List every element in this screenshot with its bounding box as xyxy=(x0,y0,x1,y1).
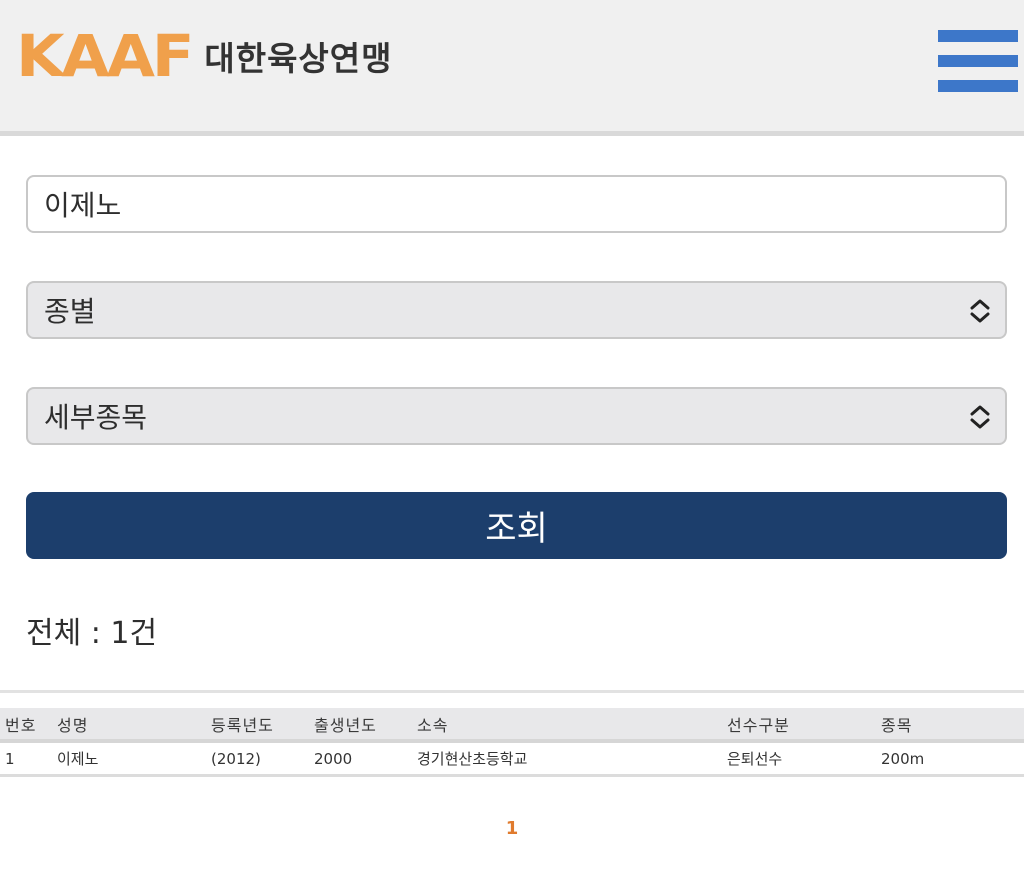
column-header-event: 종목 xyxy=(881,715,913,735)
pagination: 1 xyxy=(0,818,1024,839)
site-header: KAAF 대한육상연맹 xyxy=(0,0,1024,136)
cell-affiliation: 경기현산초등학교 xyxy=(417,750,528,768)
kaaf-logo[interactable]: KAAF 대한육상연맹 xyxy=(16,26,393,86)
chevron-updown-icon xyxy=(970,405,990,429)
menu-bar xyxy=(938,80,1018,92)
gender-select-value: 종별 xyxy=(44,295,96,328)
event-select-value: 세부종목 xyxy=(44,401,148,434)
hamburger-menu-icon[interactable] xyxy=(938,30,1018,92)
athlete-name-input[interactable]: 이제노 xyxy=(26,175,1007,233)
cell-event: 200m xyxy=(881,749,925,768)
table-header: 번호 성명 등록년도 출생년도 소속 선수구분 종목 xyxy=(0,708,1024,743)
table-row[interactable]: 1 이제노 (2012) 2000 경기현산초등학교 은퇴선수 200m xyxy=(0,743,1024,777)
gender-select[interactable]: 종별 xyxy=(26,281,1007,339)
table-divider xyxy=(0,690,1024,693)
athlete-name-value: 이제노 xyxy=(44,189,122,222)
results-total: 전체 : 1건 xyxy=(26,616,158,651)
column-header-reg-year: 등록년도 xyxy=(211,715,274,735)
cell-reg-year: (2012) xyxy=(211,749,261,768)
column-header-affiliation: 소속 xyxy=(417,715,449,735)
cell-athlete-type: 은퇴선수 xyxy=(727,750,783,768)
logo-mark: KAAF xyxy=(16,22,195,90)
column-header-athlete-type: 선수구분 xyxy=(727,715,790,735)
page-number-current[interactable]: 1 xyxy=(506,818,519,839)
column-header-number: 번호 xyxy=(5,715,37,735)
chevron-updown-icon xyxy=(970,299,990,323)
cell-name[interactable]: 이제노 xyxy=(57,743,98,774)
column-header-birth-year: 출생년도 xyxy=(314,715,377,735)
menu-bar xyxy=(938,30,1018,42)
logo-text: 대한육상연맹 xyxy=(204,39,393,78)
search-button[interactable]: 조회 xyxy=(26,492,1007,559)
menu-bar xyxy=(938,55,1018,67)
cell-birth-year: 2000 xyxy=(314,749,353,768)
cell-number: 1 xyxy=(5,749,15,768)
column-header-name: 성명 xyxy=(57,715,89,735)
event-select[interactable]: 세부종목 xyxy=(26,387,1007,445)
